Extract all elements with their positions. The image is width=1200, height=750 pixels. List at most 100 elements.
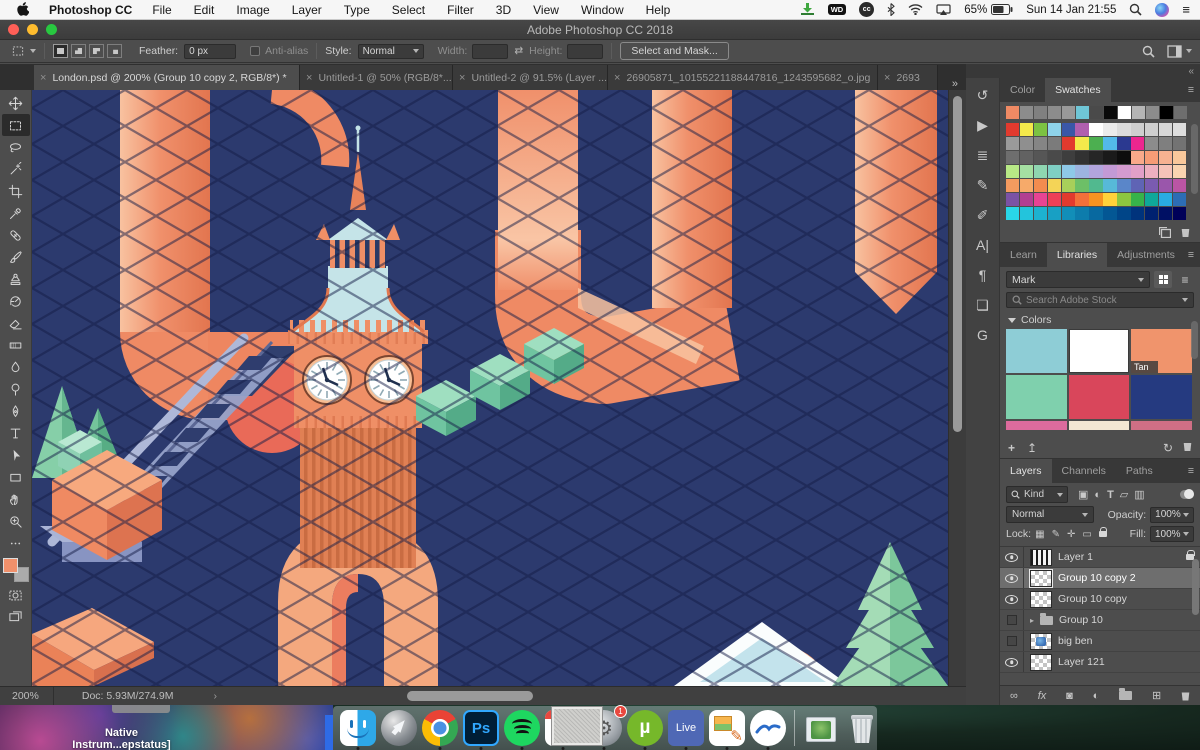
color-swatch[interactable] [1103,137,1117,150]
visibility-toggle-empty[interactable] [1000,610,1024,630]
color-swatch[interactable] [1019,179,1034,192]
color-swatch[interactable] [1089,165,1103,178]
color-swatch[interactable] [1172,151,1187,164]
status-chevron-icon[interactable]: › [214,690,218,702]
color-swatch[interactable] [1172,193,1187,206]
color-swatch[interactable] [1006,193,1020,206]
window-titlebar[interactable]: Adobe Photoshop CC 2018 [0,20,1200,40]
tab-swatches[interactable]: Swatches [1045,78,1111,102]
layer-row[interactable]: ▸ Group 10 [1000,610,1200,631]
link-layers-button[interactable]: ∞ [1010,690,1018,702]
grid-view-button[interactable] [1154,271,1172,288]
visibility-eye-icon[interactable] [1000,568,1024,588]
layer-row[interactable]: Group 10 copy 2 [1000,568,1200,589]
color-swatch[interactable] [1061,193,1075,206]
layer-thumbnail[interactable] [1029,568,1053,588]
edit-toolbar-tool[interactable] [2,532,30,554]
color-swatch[interactable] [1006,151,1020,164]
filter-shape-layers-icon[interactable]: ▱ [1120,488,1128,501]
tab-close-icon[interactable]: × [614,72,620,84]
layer-row[interactable]: Layer 1 [1000,547,1200,568]
color-swatch[interactable] [1103,193,1117,206]
color-swatch[interactable] [1103,207,1117,220]
color-swatch[interactable] [1103,123,1117,136]
color-swatch[interactable] [1075,207,1089,220]
new-layer-button[interactable]: ⊞ [1152,689,1161,702]
history-brush-tool[interactable] [2,290,30,312]
zoom-level-field[interactable]: 200% [0,687,54,705]
menu-image[interactable]: Image [236,3,269,17]
swap-dimensions-icon[interactable]: ⇄ [514,45,523,57]
color-swatch[interactable] [1047,151,1062,164]
color-swatch[interactable] [1033,151,1048,164]
path-selection-tool[interactable] [2,444,30,466]
eyedropper-tool[interactable] [2,202,30,224]
menu-window[interactable]: Window [581,3,624,17]
recent-swatch[interactable] [1076,106,1089,119]
bluetooth-icon[interactable] [887,2,896,18]
crop-tool[interactable] [2,180,30,202]
workspace-switcher[interactable] [1167,44,1192,58]
document-tab-1[interactable]: × London.psd @ 200% (Group 10 copy 2, RGB… [34,65,300,90]
library-color-tile[interactable] [1131,375,1192,419]
color-swatch[interactable] [1131,123,1145,136]
spot-healing-tool[interactable] [2,224,30,246]
dock-item-openoffice[interactable] [749,709,787,750]
opacity-input[interactable]: 100% [1150,506,1194,523]
color-swatch[interactable] [1089,137,1103,150]
delete-swatch-button[interactable] [1181,229,1190,237]
add-selection-mode-button[interactable] [71,44,86,58]
siri-icon[interactable] [1155,2,1170,17]
color-swatch[interactable] [1172,179,1187,192]
fill-input[interactable]: 100% [1150,526,1194,542]
background-browser-window[interactable]: Native Instrum...epstatus] [0,705,333,750]
type-tool[interactable] [2,422,30,444]
color-swatch[interactable] [1158,207,1173,220]
recent-swatch[interactable] [1020,106,1033,119]
lock-pixels-icon[interactable]: ✎ [1052,529,1060,540]
color-swatch[interactable] [1117,193,1131,206]
color-swatch[interactable] [1089,151,1103,164]
brush-settings-icon[interactable]: ✎ [969,172,997,198]
recent-swatch[interactable] [1174,106,1187,119]
color-swatch[interactable] [1075,193,1089,206]
recent-swatch[interactable] [1118,106,1131,119]
pen-tool[interactable] [2,400,30,422]
color-swatch[interactable] [1172,165,1187,178]
tab-channels[interactable]: Channels [1052,459,1116,483]
document-tab-2[interactable]: × Untitled-1 @ 50% (RGB/8*... [300,65,453,90]
document-tab-4[interactable]: × 26905871_10155221188447816_1243595682_o… [608,65,878,90]
sync-library-icon[interactable]: ↻ [1163,441,1173,455]
dock-item-downloads-folder[interactable] [802,709,840,747]
color-swatch[interactable] [1117,151,1131,164]
color-swatch[interactable] [1019,137,1034,150]
color-swatch[interactable] [1131,165,1145,178]
paragraph-icon[interactable]: ¶ [969,262,997,288]
color-swatch[interactable] [1061,179,1075,192]
color-swatch[interactable] [1019,151,1034,164]
group-expand-icon[interactable]: ▸ [1030,616,1034,625]
color-swatch[interactable] [1117,137,1131,150]
color-swatch[interactable] [1019,165,1034,178]
color-swatch[interactable] [1006,179,1020,192]
swatches-scrollbar-thumb[interactable] [1191,124,1198,194]
color-swatch[interactable] [1144,165,1159,178]
visibility-eye-icon[interactable] [1000,589,1024,609]
layer-thumbnail[interactable] [1030,548,1052,566]
lock-artboard-icon[interactable]: ▭ [1082,529,1091,540]
minimized-window-thumbnail[interactable] [551,706,603,746]
eraser-tool[interactable] [2,312,30,334]
tab-close-icon[interactable]: × [40,72,46,84]
wifi-icon[interactable] [908,2,923,18]
color-swatch[interactable] [1089,123,1103,136]
clone-stamp-tool[interactable] [2,268,30,290]
color-swatch[interactable] [1047,193,1062,206]
menu-edit[interactable]: Edit [194,3,215,17]
color-swatch[interactable] [1075,165,1089,178]
new-group-button[interactable] [1119,688,1133,700]
color-swatch[interactable] [1117,179,1131,192]
layer-name[interactable]: Layer 1 [1058,551,1093,563]
menu-help[interactable]: Help [646,3,671,17]
menu-layer[interactable]: Layer [292,3,322,17]
colors-section-header[interactable]: Colors [1000,308,1200,329]
